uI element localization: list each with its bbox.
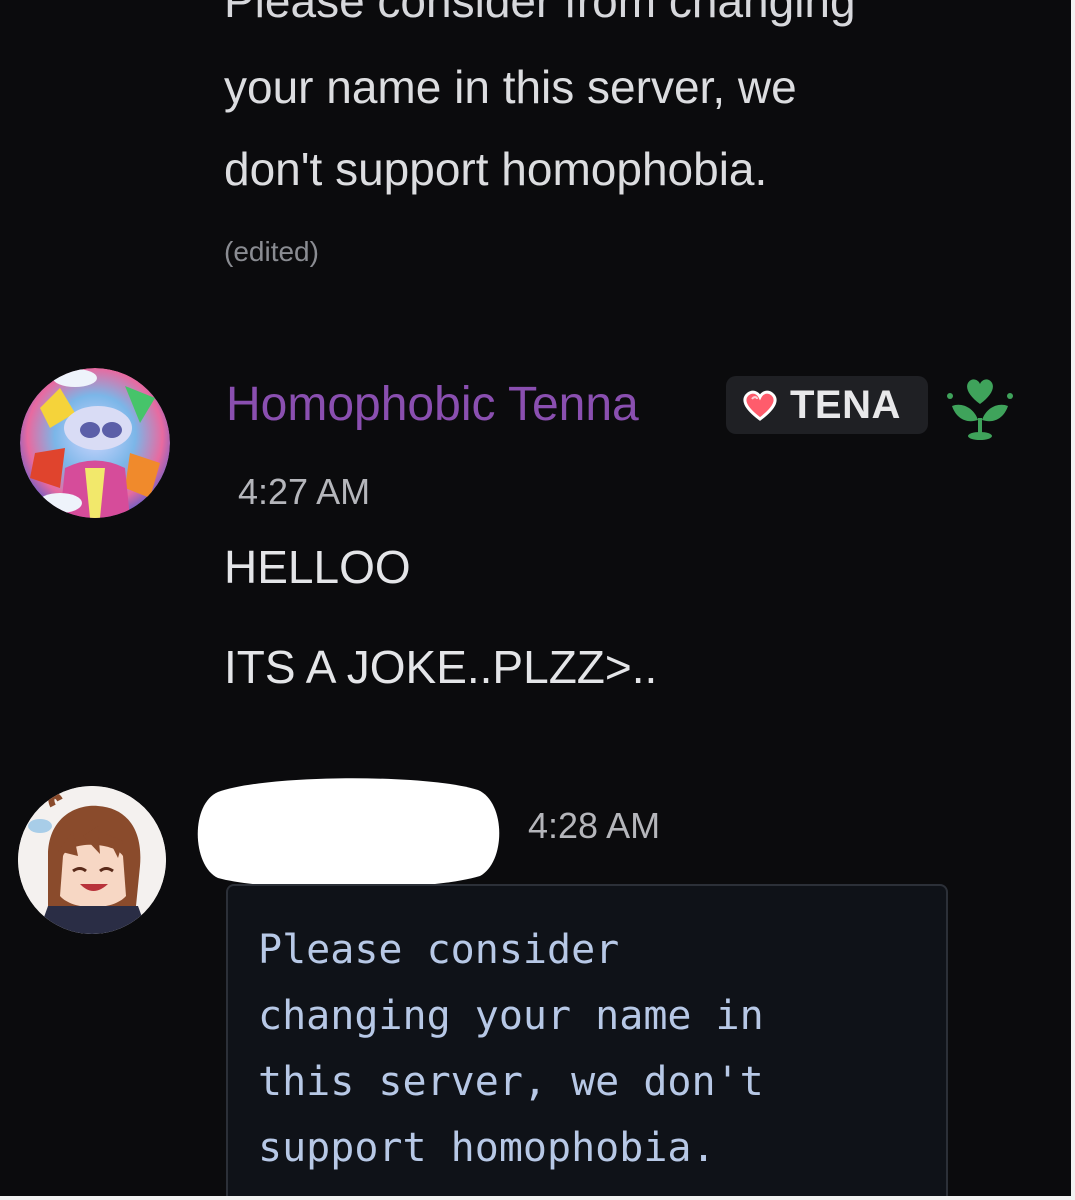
avatar[interactable] <box>20 368 170 518</box>
code-line: this server, we don't <box>258 1059 764 1105</box>
role-tag[interactable]: TENA <box>726 376 928 434</box>
screenshot-border <box>1071 0 1075 1200</box>
timestamp: 4:27 AM <box>238 471 371 512</box>
avatar-image <box>20 368 170 518</box>
redacted-username <box>197 778 500 889</box>
code-line: Please consider <box>258 927 620 973</box>
edited-label: (edited) <box>224 236 319 267</box>
username[interactable]: Homophobic Tenna <box>226 380 639 430</box>
avatar-image <box>18 786 166 934</box>
screenshot-border <box>0 1196 1075 1200</box>
message-line: HELLOO <box>224 541 411 593</box>
green-heart-flower-icon[interactable] <box>944 374 1016 440</box>
code-block[interactable]: Please consider changing your name in th… <box>226 884 948 1200</box>
previous-message-line: your name in this server, we <box>224 61 797 113</box>
code-line: changing your name in <box>258 993 764 1039</box>
previous-message-line: Please consider from changing <box>224 0 856 27</box>
heart-icon <box>743 390 777 421</box>
previous-message-line: don't support homophobia. <box>224 143 768 195</box>
chat-view: Please consider from changing your name … <box>0 0 1075 1200</box>
message-line: ITS A JOKE..PLZZ>.. <box>224 641 658 693</box>
timestamp: 4:28 AM <box>528 805 661 846</box>
code-line: support homophobia. <box>258 1125 716 1171</box>
avatar[interactable] <box>18 786 166 934</box>
role-tag-label: TENA <box>790 382 901 427</box>
